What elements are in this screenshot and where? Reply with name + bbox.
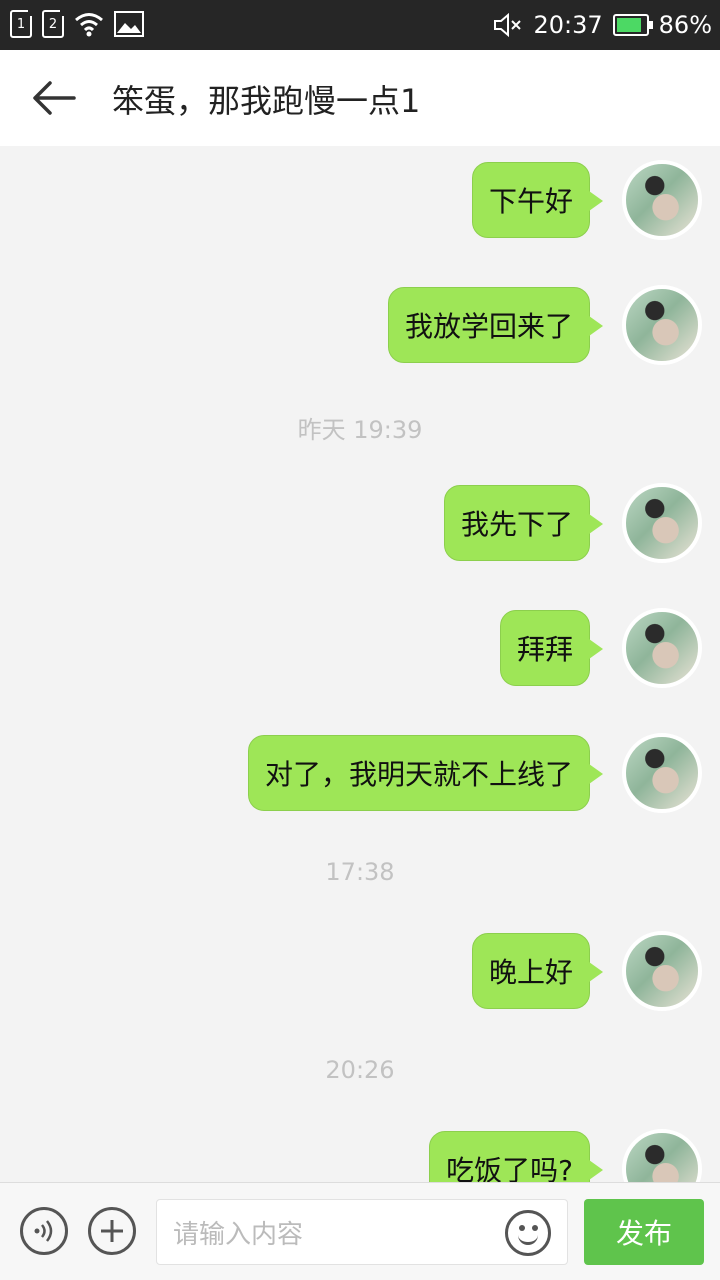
emoji-button[interactable] [505,1210,551,1256]
message-input[interactable]: 请输入内容 [156,1199,568,1265]
voice-icon [34,1220,53,1242]
avatar[interactable] [622,483,702,563]
emoji-mouth [518,1233,538,1245]
message-row: 晚上好 [0,931,720,1011]
message-bubble[interactable]: 我先下了 [443,485,604,561]
message-bubble[interactable]: 对了，我明天就不上线了 [247,735,604,811]
mute-icon [494,12,522,38]
battery-percent: 86% [658,11,712,39]
send-button[interactable]: 发布 [584,1199,704,1265]
status-time: 20:37 [533,11,603,39]
message-bubble[interactable]: 我放学回来了 [387,287,604,363]
message-input-placeholder: 请输入内容 [173,1219,304,1250]
image-icon [114,11,144,37]
chat-title: 笨蛋，那我跑慢一点1 [112,82,421,120]
sim2-icon: 2 [42,10,66,38]
add-button[interactable] [88,1207,136,1255]
avatar[interactable] [622,931,702,1011]
message-bubble[interactable]: 吃饭了吗? [429,1131,603,1182]
status-right: 20:37 86% [493,0,712,50]
input-bar: 请输入内容 发布 [0,1182,720,1280]
message-row: 吃饭了吗? [0,1129,720,1182]
plus-icon [101,1220,123,1242]
message-row: 我放学回来了 [0,285,720,365]
sim1-icon: 1 [10,10,34,38]
avatar[interactable] [622,1129,702,1182]
message-bubble[interactable]: 拜拜 [499,610,604,686]
message-list[interactable]: 下午好 我放学回来了 昨天 19:39 我先下了 拜拜 对了，我明天就不上线了 … [0,146,720,1182]
message-row: 下午好 [0,160,720,240]
emoji-eye-left [519,1225,525,1231]
avatar[interactable] [622,285,702,365]
avatar[interactable] [622,160,702,240]
status-left: 1 2 [10,10,144,38]
avatar[interactable] [622,608,702,688]
sim2-label: 2 [48,16,58,32]
battery-icon [612,14,653,36]
timestamp: 17:38 [325,858,395,886]
avatar[interactable] [622,733,702,813]
wifi-icon [75,13,103,37]
message-row: 对了，我明天就不上线了 [0,733,720,813]
status-bar: 1 2 20:37 86% [0,0,720,50]
timestamp: 昨天 19:39 [297,416,423,444]
message-bubble[interactable]: 下午好 [471,162,604,238]
battery-fill [616,18,641,32]
back-arrow-icon[interactable] [28,72,80,124]
voice-button[interactable] [20,1207,68,1255]
emoji-eye-right [532,1225,538,1231]
message-row: 我先下了 [0,483,720,563]
chat-header: 笨蛋，那我跑慢一点1 [0,50,720,146]
message-bubble[interactable]: 晚上好 [471,933,604,1009]
timestamp: 20:26 [325,1056,395,1084]
message-row: 拜拜 [0,608,720,688]
sim1-label: 1 [16,16,26,32]
